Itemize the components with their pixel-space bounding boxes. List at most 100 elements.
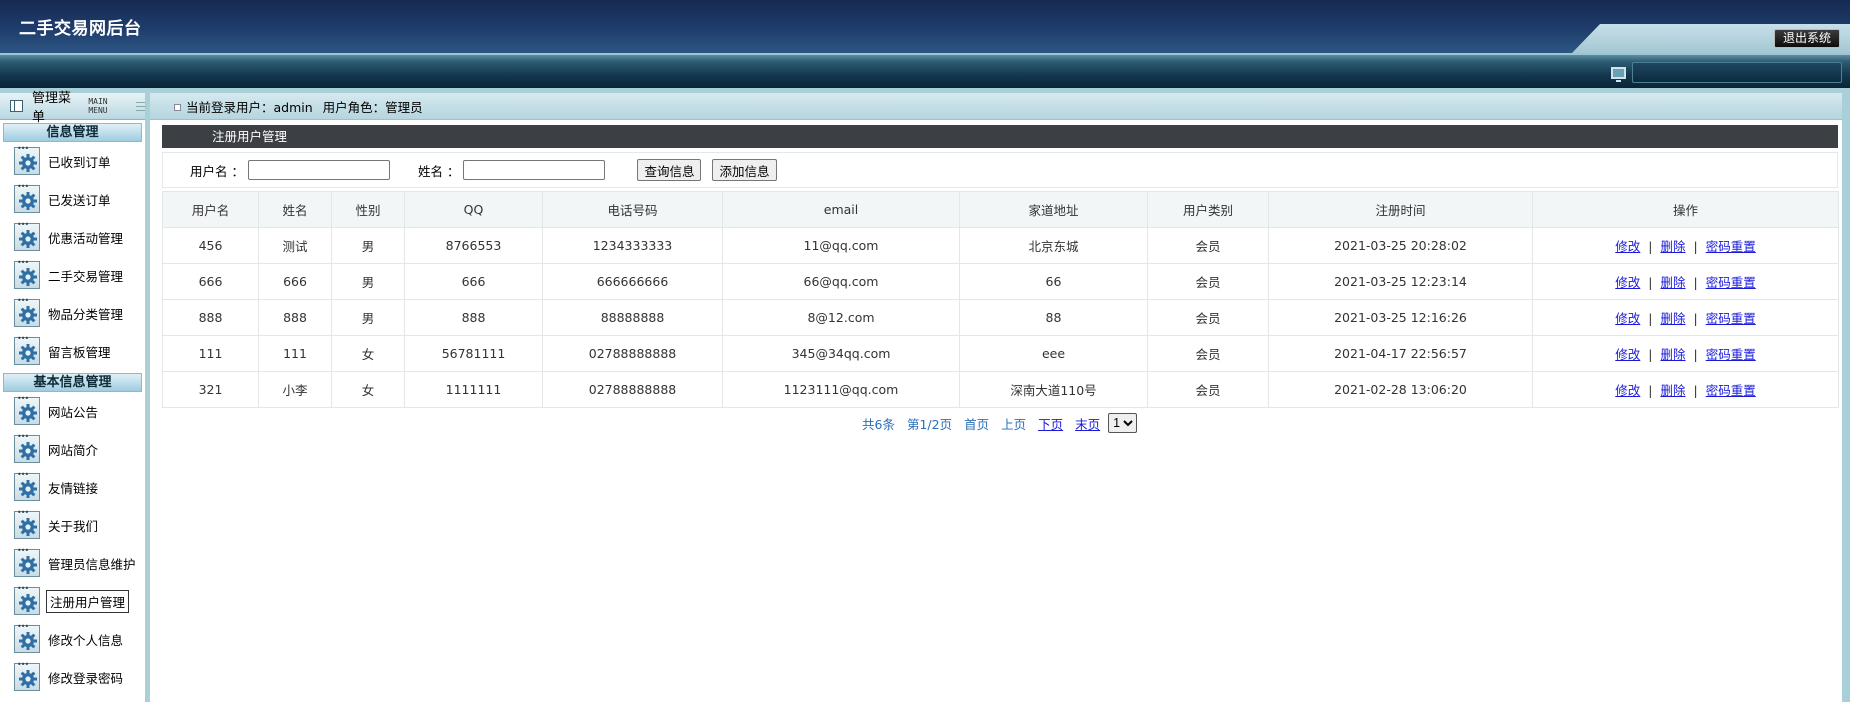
pager-prev-link[interactable]: 上页 <box>1001 414 1026 433</box>
sidebar-item[interactable]: 管理员信息维护 <box>0 544 145 582</box>
reset-password-link[interactable]: 密码重置 <box>1706 311 1756 326</box>
table-cell: 02788888888 <box>542 371 723 408</box>
table-cell: 66 <box>959 263 1148 300</box>
delete-link[interactable]: 删除 <box>1660 311 1685 326</box>
edit-link[interactable]: 修改 <box>1615 239 1640 254</box>
name-input[interactable] <box>463 160 606 180</box>
pager-next-link[interactable]: 下页 <box>1038 414 1063 433</box>
menu-title: 管理菜单 <box>31 91 71 125</box>
sidebar-item[interactable]: 留言板管理 <box>0 332 145 370</box>
sidebar-item[interactable]: 修改登录密码 <box>0 658 145 696</box>
edit-link[interactable]: 修改 <box>1615 311 1640 326</box>
reset-password-link[interactable]: 密码重置 <box>1706 383 1756 398</box>
table-cell: 888 <box>258 299 332 336</box>
table-cell: 66@qq.com <box>722 263 960 300</box>
reset-password-link[interactable]: 密码重置 <box>1706 275 1756 290</box>
sidebar-item[interactable]: 网站公告 <box>0 392 145 430</box>
gear-icon <box>14 334 40 365</box>
table-cell: 1234333333 <box>542 227 723 264</box>
query-button[interactable]: 查询信息 <box>637 159 702 181</box>
sidebar-item[interactable]: 已收到订单 <box>0 142 145 180</box>
table-cell: 会员 <box>1147 299 1269 336</box>
table-cell: 8766553 <box>404 227 543 264</box>
delete-link[interactable]: 删除 <box>1660 239 1685 254</box>
row-actions: 修改 | 删除 | 密码重置 <box>1532 335 1839 372</box>
table-cell: 会员 <box>1147 263 1269 300</box>
table-cell: 会员 <box>1147 371 1269 408</box>
table-cell: 深南大道110号 <box>959 371 1148 408</box>
sidebar-item-label: 关于我们 <box>48 518 99 534</box>
reset-password-link[interactable]: 密码重置 <box>1706 239 1756 254</box>
menu-panel-icon <box>10 100 23 112</box>
secondary-bar <box>0 53 1850 88</box>
edit-link[interactable]: 修改 <box>1615 347 1640 362</box>
delete-link[interactable]: 删除 <box>1660 383 1685 398</box>
add-button[interactable]: 添加信息 <box>712 159 777 181</box>
sidebar-item[interactable]: 优惠活动管理 <box>0 218 145 256</box>
table-cell: 2021-03-25 20:28:02 <box>1268 227 1533 264</box>
table-cell: 8@12.com <box>722 299 960 336</box>
hamburger-icon[interactable] <box>135 101 147 111</box>
gear-icon <box>14 182 40 213</box>
gear-icon <box>14 220 40 251</box>
pager-first-link[interactable]: 首页 <box>964 414 989 433</box>
gear-icon <box>14 660 40 691</box>
pager-last-link[interactable]: 末页 <box>1075 414 1100 433</box>
sidebar-item-label: 管理员信息维护 <box>48 556 136 572</box>
edit-link[interactable]: 修改 <box>1615 275 1640 290</box>
column-header: QQ <box>404 191 543 228</box>
table-row: 321 小李女 1111111 02788888888 1123111@qq.com 深南… <box>162 371 1839 408</box>
search-bar: 用户名 ： 姓名 ： 查询信息 添加信息 <box>162 152 1838 188</box>
sidebar: 管理菜单 MAIN MENU 信息管理已收到订单已发送订单优惠活动管理二手交易管… <box>0 91 148 702</box>
sidebar-item-label: 已收到订单 <box>48 154 111 170</box>
sidebar-item[interactable]: 已发送订单 <box>0 180 145 218</box>
edit-link[interactable]: 修改 <box>1615 383 1640 398</box>
sidebar-item[interactable]: 友情链接 <box>0 468 145 506</box>
sidebar-item[interactable]: 注册用户管理 <box>0 582 145 620</box>
pager: 共6条 第1/2页 首页 上页 下页 末页 12 <box>862 413 1138 433</box>
action-separator: | <box>1693 347 1698 362</box>
action-separator: | <box>1648 347 1653 362</box>
table-cell: 888 <box>404 299 543 336</box>
role-label: 用户角色：管理员 <box>322 99 423 115</box>
sidebar-item-label: 网站简介 <box>48 442 99 458</box>
panel-title: 注册用户管理 <box>162 125 1838 148</box>
column-header: 注册时间 <box>1268 191 1533 228</box>
menu-group-header[interactable]: 信息管理 <box>3 123 142 142</box>
sidebar-item-label: 已发送订单 <box>48 192 111 208</box>
table-cell: 会员 <box>1147 227 1269 264</box>
gear-icon <box>14 394 40 425</box>
sidebar-item[interactable]: 修改个人信息 <box>0 620 145 658</box>
delete-link[interactable]: 删除 <box>1660 347 1685 362</box>
username-input[interactable] <box>247 160 390 180</box>
table-cell: 女 <box>331 335 405 372</box>
menu-group-header[interactable]: 基本信息管理 <box>3 373 142 392</box>
login-info-bar: 当前登录用户：admin 用户角色：管理员 <box>150 93 1842 120</box>
table-cell: 男 <box>331 227 405 264</box>
menu-groups: 信息管理已收到订单已发送订单优惠活动管理二手交易管理物品分类管理留言板管理基本信… <box>0 123 145 696</box>
monitor-icon <box>1611 67 1626 82</box>
column-header: 性别 <box>331 191 405 228</box>
column-header: 家道地址 <box>959 191 1148 228</box>
sidebar-item[interactable]: 关于我们 <box>0 506 145 544</box>
table-row: 666 666 男 666 666666666 66@qq.com 66 会员 2021-03-… <box>162 263 1839 300</box>
table-cell: 男 <box>331 263 405 300</box>
sidebar-item-label: 留言板管理 <box>48 344 111 360</box>
table-cell: 女 <box>331 371 405 408</box>
table-cell: 男 <box>331 299 405 336</box>
sidebar-item[interactable]: 二手交易管理 <box>0 256 145 294</box>
gear-icon <box>14 296 40 327</box>
table-cell: 888 <box>162 299 259 336</box>
page-select[interactable]: 12 <box>1108 413 1138 433</box>
delete-link[interactable]: 删除 <box>1660 275 1685 290</box>
menu-title-en: MAIN MENU <box>88 97 108 115</box>
sidebar-item[interactable]: 网站简介 <box>0 430 145 468</box>
reset-password-link[interactable]: 密码重置 <box>1706 347 1756 362</box>
action-separator: | <box>1648 275 1653 290</box>
logout-button[interactable]: 退出系统 <box>1773 29 1840 48</box>
sidebar-item-label: 注册用户管理 <box>46 589 130 613</box>
sidebar-item[interactable]: 物品分类管理 <box>0 294 145 332</box>
action-separator: | <box>1648 311 1653 326</box>
sidebar-item-label: 友情链接 <box>48 480 99 496</box>
gear-icon <box>14 470 40 501</box>
